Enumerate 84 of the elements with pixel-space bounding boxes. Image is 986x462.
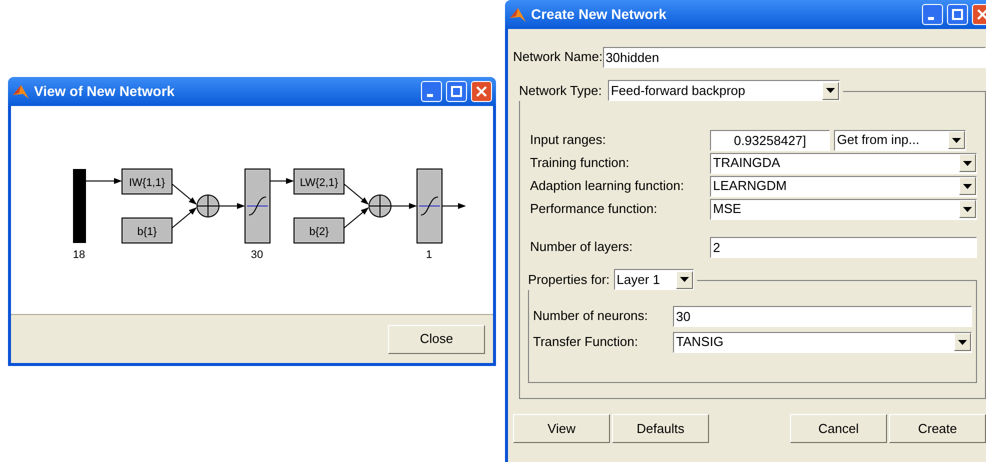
weight-label: LW{2,1} bbox=[300, 177, 338, 189]
logo-icon bbox=[509, 6, 527, 22]
dropdown-value: Feed-forward backprop bbox=[610, 82, 746, 100]
caret-icon bbox=[826, 88, 835, 93]
sum-icon bbox=[196, 194, 220, 218]
maximize-icon bbox=[952, 9, 963, 20]
connector-arrow bbox=[172, 184, 197, 205]
dialog-button[interactable]: Create bbox=[889, 414, 986, 443]
dropdown[interactable]: Get from inp... bbox=[834, 130, 966, 150]
weight-label: IW{1,1} bbox=[128, 177, 166, 189]
dropdown-value: Get from inp... bbox=[837, 131, 920, 150]
dropdown-value: Layer 1 bbox=[616, 270, 660, 289]
dialog-button[interactable]: View bbox=[513, 414, 610, 443]
caret-icon bbox=[963, 160, 972, 166]
text-field[interactable]: 0.93258427] bbox=[710, 130, 830, 150]
dropdown-value: MSE bbox=[713, 200, 742, 218]
minimize-button[interactable] bbox=[922, 4, 943, 25]
dropdown-value: TRAINGDA bbox=[713, 154, 780, 172]
dropdown-button[interactable] bbox=[959, 177, 976, 195]
dropdown-button[interactable] bbox=[822, 82, 839, 100]
dropdown[interactable]: TANSIG bbox=[673, 332, 972, 352]
dialog-button[interactable]: Cancel bbox=[790, 414, 887, 443]
caret-icon bbox=[680, 277, 689, 282]
output-arrow bbox=[442, 203, 466, 209]
text-field[interactable]: 30 bbox=[673, 306, 972, 326]
text-field[interactable]: 30hidden bbox=[602, 46, 986, 68]
minimize-icon bbox=[427, 94, 433, 97]
field-label: Training function: bbox=[529, 154, 630, 172]
dropdown[interactable]: Layer 1 bbox=[614, 269, 694, 290]
field-label: Adaption learning function: bbox=[529, 177, 685, 196]
dialog-button[interactable]: Defaults bbox=[612, 414, 709, 443]
group-label: Network Type: bbox=[519, 82, 602, 100]
sum-icon bbox=[368, 194, 392, 218]
dropdown[interactable]: MSE bbox=[710, 198, 977, 220]
maximize-button[interactable] bbox=[947, 4, 968, 25]
dialog-button[interactable]: Close bbox=[388, 324, 485, 354]
weight-box bbox=[294, 168, 344, 194]
text-field[interactable]: 2 bbox=[710, 236, 977, 258]
window-title: View of New Network bbox=[34, 82, 176, 101]
caret-icon bbox=[963, 206, 972, 212]
caret-icon bbox=[952, 138, 961, 142]
close-icon bbox=[476, 86, 487, 97]
caret-icon bbox=[958, 340, 967, 344]
minimize-icon bbox=[928, 17, 934, 20]
connector-arrow bbox=[344, 184, 369, 205]
dropdown[interactable]: TRAINGDA bbox=[710, 152, 977, 174]
bias-label: b{1} bbox=[137, 226, 157, 238]
field-label: Number of neurons: bbox=[533, 307, 649, 326]
dropdown-value: TANSIG bbox=[676, 333, 724, 352]
bias-label: b{2} bbox=[309, 226, 329, 238]
connector-arrow bbox=[172, 207, 197, 228]
bias-box bbox=[294, 218, 344, 244]
field-label: Transfer Function: bbox=[533, 333, 640, 352]
connector-arrow bbox=[344, 207, 369, 228]
field-label: Network Name: bbox=[513, 48, 603, 66]
connector-arrow bbox=[270, 178, 294, 184]
close-button[interactable] bbox=[471, 81, 492, 102]
dropdown[interactable]: LEARNGDM bbox=[710, 176, 977, 196]
field-label: Number of layers: bbox=[529, 238, 634, 256]
layer-size-label: 30 bbox=[250, 249, 264, 261]
connector-arrow bbox=[86, 178, 122, 184]
connector-arrow bbox=[390, 203, 417, 209]
weight-box bbox=[122, 168, 172, 194]
group-label: Properties for: bbox=[528, 270, 610, 289]
field-label: Performance function: bbox=[529, 200, 658, 218]
input-size-label: 18 bbox=[72, 249, 86, 261]
maximize-button[interactable] bbox=[446, 81, 467, 102]
minimize-button[interactable] bbox=[421, 81, 442, 102]
bias-box bbox=[122, 218, 172, 244]
dropdown-button[interactable] bbox=[959, 200, 976, 218]
logo-icon bbox=[12, 84, 30, 100]
caret-icon bbox=[963, 184, 972, 188]
dropdown-button[interactable] bbox=[959, 154, 976, 172]
layer-size-label: 1 bbox=[426, 249, 432, 261]
dropdown-button[interactable] bbox=[676, 270, 693, 288]
dropdown-value: LEARNGDM bbox=[713, 177, 787, 196]
dropdown[interactable]: Feed-forward backprop bbox=[608, 80, 840, 101]
dropdown-button[interactable] bbox=[954, 333, 971, 351]
close-icon bbox=[977, 9, 986, 20]
field-label: Input ranges: bbox=[529, 131, 607, 150]
connector-arrow bbox=[218, 203, 245, 209]
maximize-icon bbox=[451, 86, 462, 97]
window-title: Create New Network bbox=[531, 5, 668, 24]
dropdown-button[interactable] bbox=[948, 131, 965, 149]
